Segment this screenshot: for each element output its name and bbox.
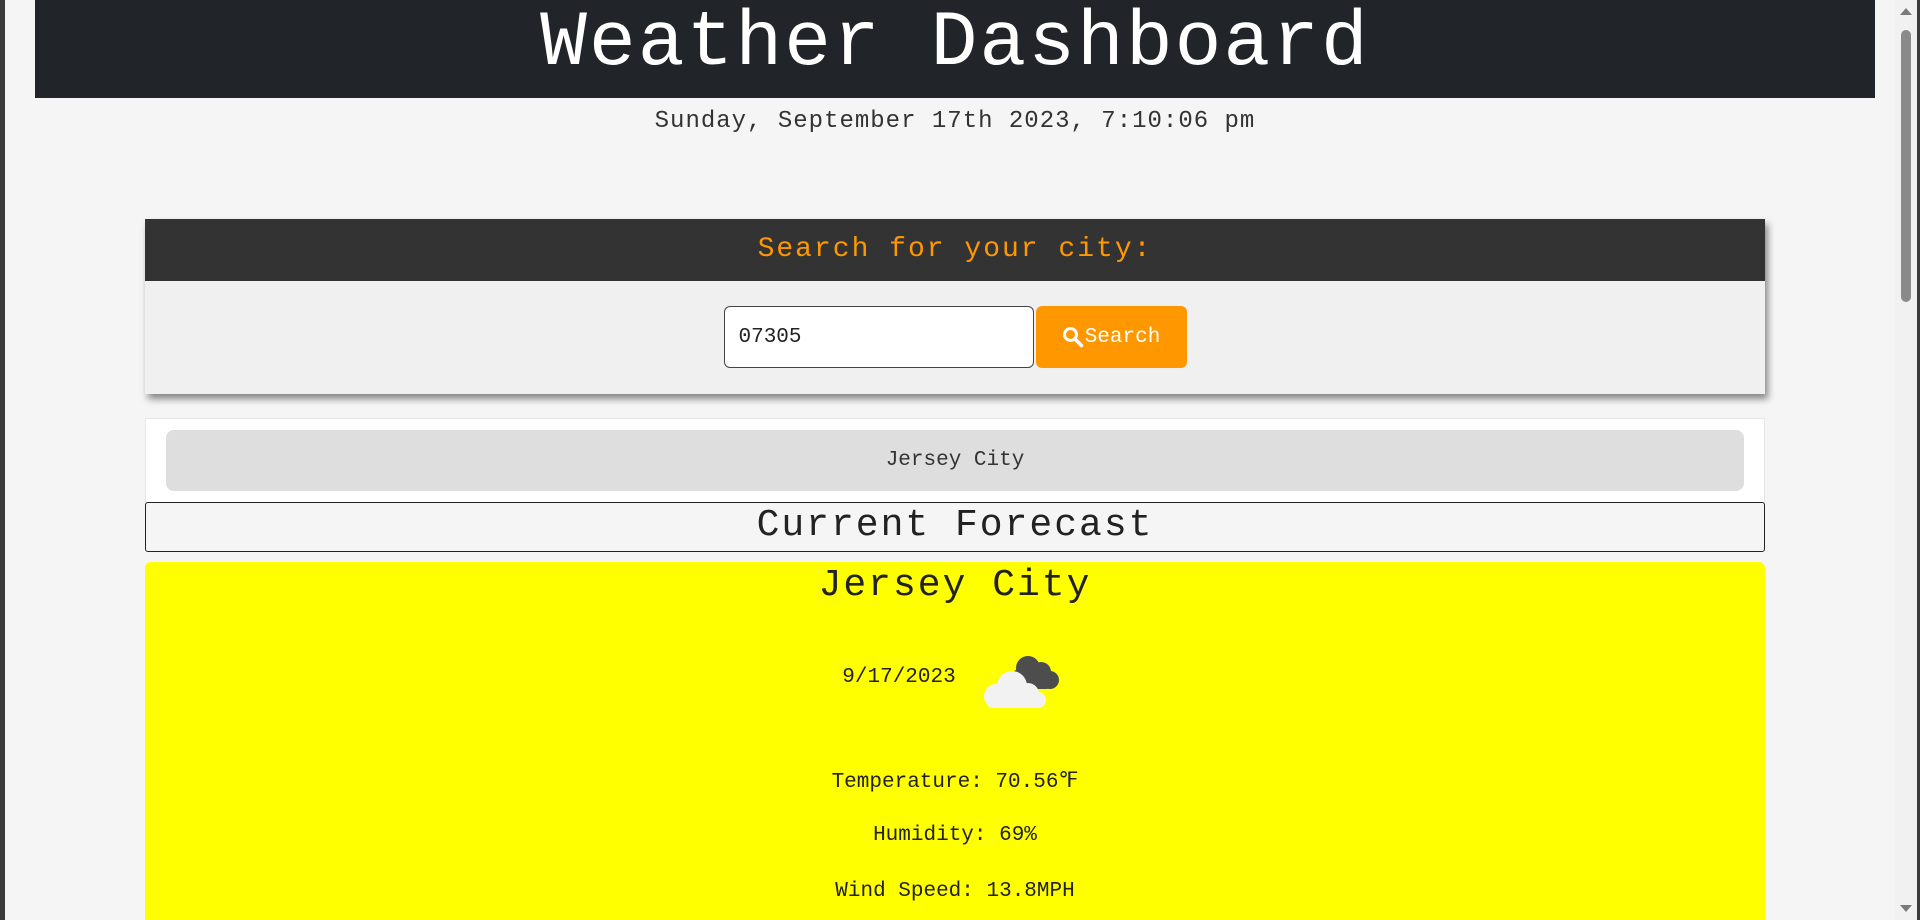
search-history: Jersey City bbox=[145, 418, 1765, 503]
city-search-input[interactable] bbox=[723, 306, 1034, 368]
forecast-date-row: 9/17/2023 bbox=[145, 650, 1765, 712]
page-header: Weather Dashboard bbox=[35, 0, 1875, 98]
search-card: Search for your city: Search bbox=[145, 219, 1765, 394]
scrollbar-thumb[interactable] bbox=[1901, 30, 1911, 302]
current-forecast-title: Current Forecast bbox=[145, 502, 1765, 552]
scroll-down-arrow-icon[interactable] bbox=[1900, 905, 1912, 912]
current-datetime: Sunday, September 17th 2023, 7:10:06 pm bbox=[654, 108, 1256, 135]
search-icon bbox=[1062, 327, 1083, 348]
forecast-date: 9/17/2023 bbox=[842, 665, 956, 689]
temperature-value: Temperature: 70.56℉ bbox=[831, 771, 1079, 794]
wind-speed-value: Wind Speed: 13.8MPH bbox=[835, 880, 1075, 903]
search-button[interactable]: Search bbox=[1035, 306, 1187, 368]
humidity-value: Humidity: 69% bbox=[873, 824, 1037, 847]
forecast-city: Jersey City bbox=[818, 564, 1092, 607]
search-row: Search bbox=[145, 306, 1765, 368]
page-title: Weather Dashboard bbox=[540, 0, 1370, 88]
search-button-label: Search bbox=[1084, 325, 1161, 349]
vertical-scrollbar[interactable] bbox=[1895, 0, 1917, 920]
scroll-up-arrow-icon[interactable] bbox=[1900, 8, 1912, 15]
cloudy-icon bbox=[983, 656, 1059, 708]
page: Weather Dashboard Sunday, September 17th… bbox=[10, 0, 1900, 920]
browser-viewport: Weather Dashboard Sunday, September 17th… bbox=[0, 0, 1920, 920]
current-forecast-card: Jersey City 9/17/2023 Temperature: 70.56… bbox=[145, 562, 1765, 920]
history-item-jersey-city[interactable]: Jersey City bbox=[166, 430, 1744, 491]
search-heading: Search for your city: bbox=[145, 219, 1765, 281]
